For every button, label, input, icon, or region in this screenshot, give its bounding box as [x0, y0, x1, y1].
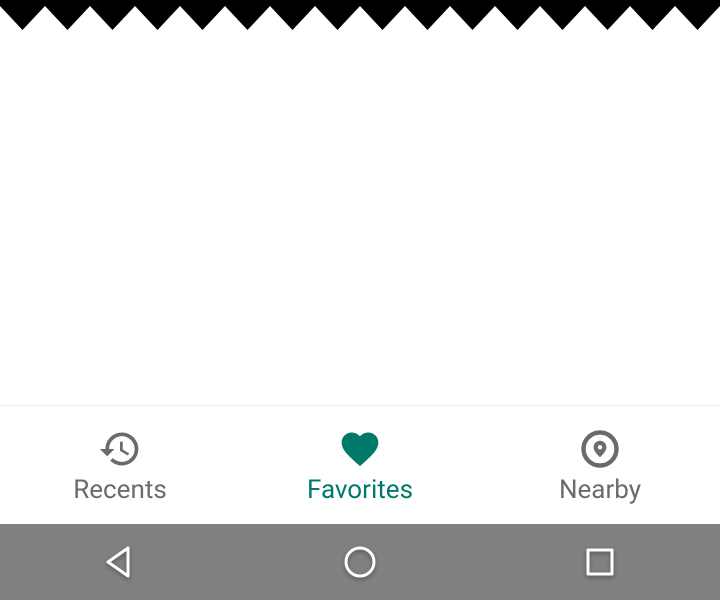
back-button[interactable] — [96, 538, 144, 586]
nav-label-recents: Recents — [73, 477, 167, 503]
content-area — [0, 0, 720, 405]
nav-item-recents[interactable]: Recents — [20, 427, 220, 503]
place-icon — [578, 427, 622, 471]
nav-item-favorites[interactable]: Favorites — [260, 427, 460, 503]
nav-label-favorites: Favorites — [307, 477, 413, 503]
bottom-nav: Recents Favorites Nearby — [0, 405, 720, 524]
nav-item-nearby[interactable]: Nearby — [500, 427, 700, 503]
circle-home-icon — [342, 544, 378, 580]
triangle-back-icon — [102, 544, 138, 580]
home-button[interactable] — [336, 538, 384, 586]
heart-icon — [338, 427, 382, 471]
history-icon — [98, 427, 142, 471]
system-navigation-bar — [0, 524, 720, 600]
overview-button[interactable] — [576, 538, 624, 586]
nav-label-nearby: Nearby — [559, 477, 641, 503]
square-overview-icon — [582, 544, 618, 580]
